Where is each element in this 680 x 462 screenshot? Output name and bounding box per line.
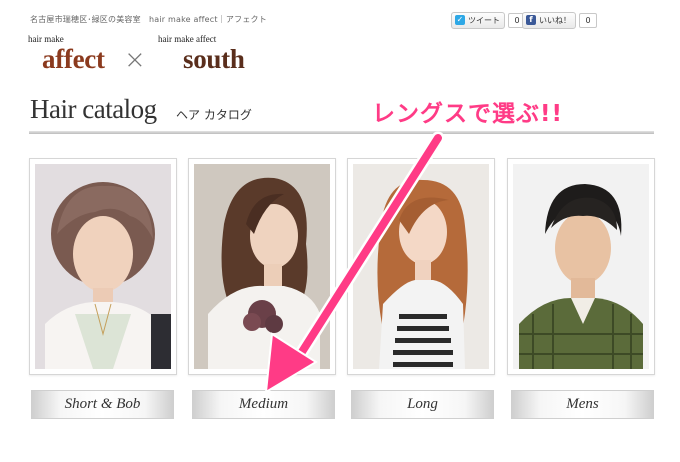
like-button[interactable]: f いいね！: [522, 11, 576, 29]
photo-card-short[interactable]: [29, 158, 177, 375]
page-title: Hair catalog: [30, 94, 157, 124]
logo-affect-small: hair make: [28, 34, 64, 44]
twitter-bird-icon: ✓: [455, 15, 465, 25]
logo-affect-text: affect: [42, 44, 105, 74]
logo-south-text[interactable]: south: [183, 44, 245, 75]
site-tagline: 名古屋市瑞穂区･緑区の美容室 hair make affect｜アフェクト: [30, 15, 267, 24]
photo-mens: [513, 164, 649, 369]
tweet-label: ツイート: [468, 15, 500, 25]
callout-text: レングスで選ぶ!!: [372, 101, 563, 127]
heading-divider: [29, 131, 654, 134]
facebook-f-icon: f: [526, 15, 536, 25]
tweet-widget: ✓ ツイート 0: [451, 11, 526, 29]
category-medium-button[interactable]: Medium: [192, 390, 335, 419]
category-short-bob-button[interactable]: Short & Bob: [31, 390, 174, 419]
category-mens-button[interactable]: Mens: [511, 390, 654, 419]
logo-south-small: hair make affect: [158, 34, 217, 44]
photo-card-medium[interactable]: [188, 158, 336, 375]
photo-medium: [194, 164, 330, 369]
page-subtitle: ヘア カタログ: [176, 108, 252, 122]
logo-affect[interactable]: hair make: [28, 34, 64, 44]
tweet-button[interactable]: ✓ ツイート: [451, 11, 505, 29]
like-count: 0: [579, 12, 597, 28]
photo-card-mens[interactable]: [507, 158, 655, 375]
category-long-button[interactable]: Long: [351, 390, 494, 419]
photo-short-bob: [35, 164, 171, 369]
like-widget: f いいね！ 0: [522, 11, 597, 29]
logo-separator: ×: [124, 45, 146, 75]
like-label: いいね！: [539, 15, 571, 25]
photo-card-long[interactable]: [347, 158, 495, 375]
photo-long: [353, 164, 489, 369]
